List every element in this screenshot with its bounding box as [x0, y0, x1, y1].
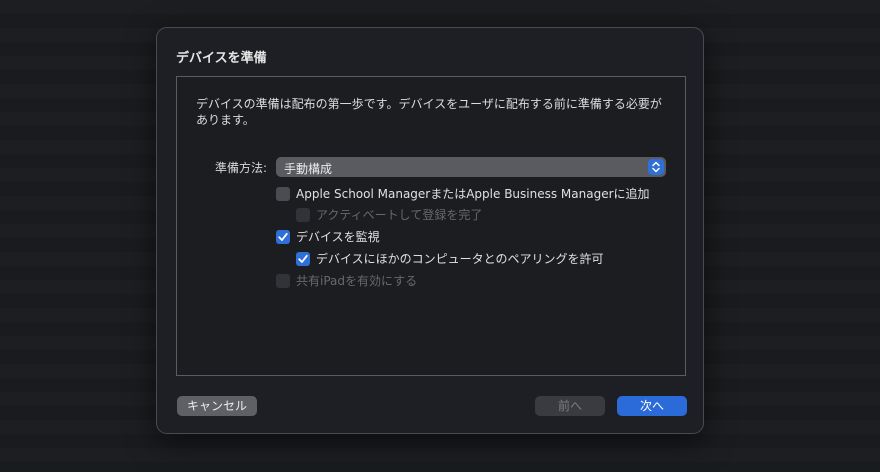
cancel-button[interactable]: キャンセル: [177, 396, 257, 416]
checkmark-icon: [278, 232, 288, 241]
options-panel: デバイスの準備は配布の第一歩です。デバイスをユーザに配布する前に準備する必要があ…: [176, 76, 686, 376]
prepare-method-label: 準備方法:: [215, 161, 268, 175]
prepare-method-select[interactable]: 手動構成: [276, 157, 666, 177]
option-label-shared-ipad: 共有iPadを有効にする: [296, 274, 418, 288]
next-button[interactable]: 次へ: [617, 396, 687, 416]
checkbox-shared-ipad: [276, 274, 290, 288]
checkbox-allow-pairing[interactable]: [296, 252, 310, 266]
checkbox-add-to-apple-manager[interactable]: [276, 187, 290, 201]
description-text: デバイスの準備は配布の第一歩です。デバイスをユーザに配布する前に準備する必要があ…: [196, 97, 662, 127]
option-label-supervise-device: デバイスを監視: [296, 230, 380, 244]
option-label-allow-pairing: デバイスにほかのコンピュータとのペアリングを許可: [316, 252, 604, 266]
prepare-device-dialog: デバイスを準備 デバイスの準備は配布の第一歩です。デバイスをユーザに配布する前に…: [156, 27, 704, 434]
previous-button: 前へ: [535, 396, 605, 416]
dialog-title: デバイスを準備: [176, 51, 267, 66]
option-label-activate-and-enroll: アクティベートして登録を完了: [316, 208, 483, 222]
prepare-method-value: 手動構成: [284, 162, 333, 176]
checkmark-icon: [298, 254, 308, 263]
up-down-chevron-icon: [648, 159, 664, 175]
checkbox-activate-and-enroll: [296, 208, 310, 222]
option-label-add-to-apple-manager: Apple School ManagerまたはApple Business Ma…: [296, 187, 650, 201]
checkbox-supervise-device[interactable]: [276, 230, 290, 244]
